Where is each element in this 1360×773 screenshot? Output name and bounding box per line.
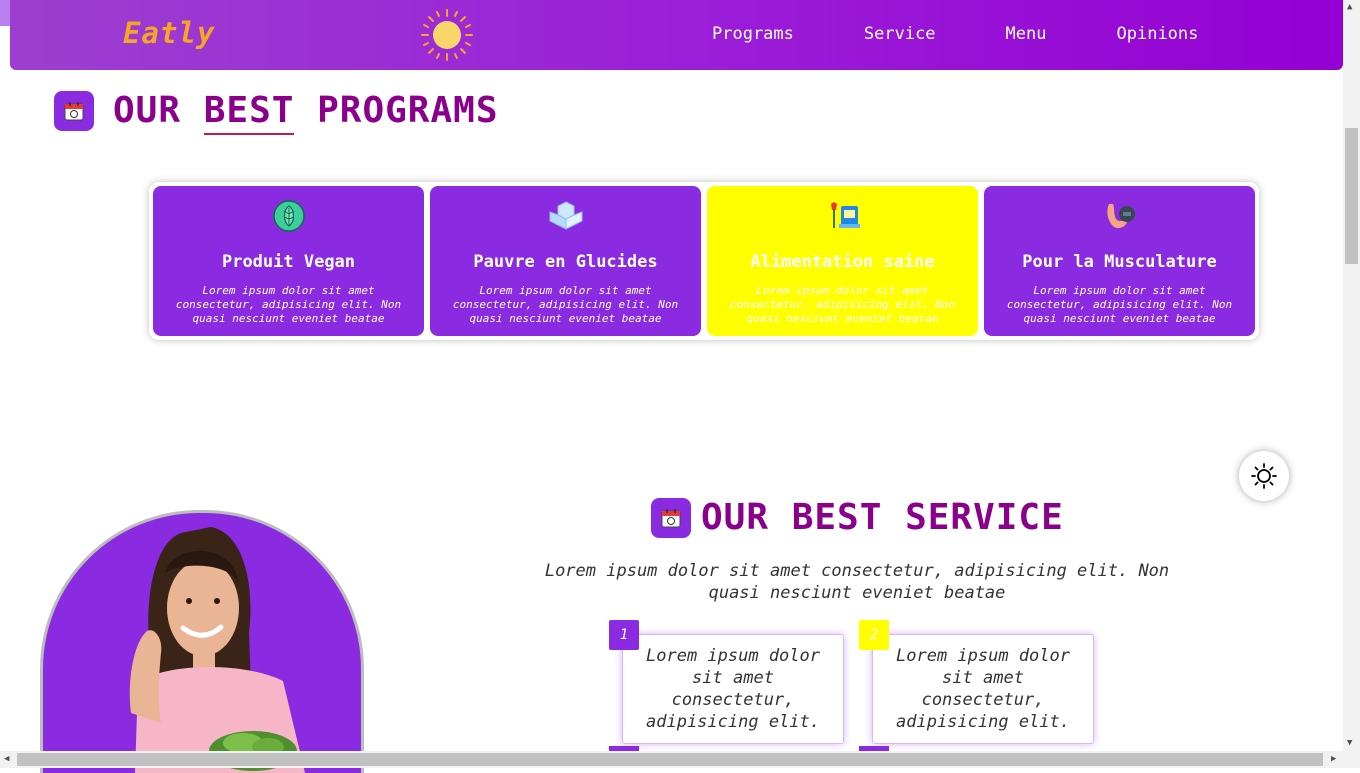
theme-toggle-button[interactable] <box>1239 451 1289 501</box>
scroll-up-icon[interactable]: ▲ <box>1347 2 1352 12</box>
program-card-healthy[interactable]: Alimentation saine Lorem ipsum dolor sit… <box>707 186 978 336</box>
vertical-scroll-thumb[interactable] <box>1345 128 1358 264</box>
card-description: Lorem ipsum dolor sit amet consectetur, … <box>1006 284 1233 325</box>
service-title: OUR BEST SERVICE <box>701 497 1064 538</box>
programs-heading: OUR BEST PROGRAMS <box>54 90 499 135</box>
woman-with-salad-image <box>129 527 305 773</box>
card-description: Lorem ipsum dolor sit amet consectetur, … <box>175 284 402 325</box>
nav-menu: Programs Service Menu Opinions <box>712 24 1268 44</box>
horizontal-scrollbar[interactable]: ◀ ▶ <box>0 751 1360 768</box>
programs-cards: Produit Vegan Lorem ipsum dolor sit amet… <box>149 182 1259 340</box>
calendar-icon <box>651 497 691 538</box>
step-text: Lorem ipsum dolor sit amet consectetur, … <box>896 646 1070 732</box>
scroll-right-icon[interactable]: ▶ <box>1331 754 1336 764</box>
programs-title: OUR BEST PROGRAMS <box>113 90 499 135</box>
navbar: Eatly Programs Service Menu Opinions <box>10 0 1343 70</box>
sun-icon <box>419 7 475 63</box>
card-description: Lorem ipsum dolor sit amet consectetur, … <box>452 284 679 325</box>
card-title: Pour la Musculature <box>1022 252 1217 272</box>
sun-outline-icon <box>1251 463 1277 489</box>
window-edge <box>0 0 10 26</box>
card-title: Alimentation saine <box>750 252 935 272</box>
program-card-vegan[interactable]: Produit Vegan Lorem ipsum dolor sit amet… <box>153 186 424 336</box>
muscle-icon <box>984 200 1255 232</box>
step-number-badge: 1 <box>609 620 639 650</box>
cabbage-icon <box>153 200 424 232</box>
horizontal-scroll-thumb[interactable] <box>17 753 1323 766</box>
scroll-down-icon[interactable]: ▼ <box>1347 738 1352 748</box>
logo[interactable]: Eatly <box>123 16 215 50</box>
service-description: Lorem ipsum dolor sit amet consectetur, … <box>544 561 1170 603</box>
title-word-best: BEST <box>203 90 295 135</box>
sugar-cubes-icon <box>430 200 701 232</box>
step-number-badge: 2 <box>859 620 889 650</box>
card-title: Pauvre en Glucides <box>473 252 658 272</box>
nav-link-programs[interactable]: Programs <box>712 24 794 44</box>
vertical-scrollbar[interactable]: ▲ ▼ <box>1343 0 1360 751</box>
title-word-programs: PROGRAMS <box>317 90 499 131</box>
nav-link-service[interactable]: Service <box>864 24 936 44</box>
service-heading: OUR BEST SERVICE <box>651 497 1064 538</box>
program-card-low-carb[interactable]: Pauvre en Glucides Lorem ipsum dolor sit… <box>430 186 701 336</box>
step-text: Lorem ipsum dolor sit amet consectetur, … <box>646 646 820 732</box>
nav-link-menu[interactable]: Menu <box>1006 24 1047 44</box>
card-title: Produit Vegan <box>221 252 356 272</box>
program-card-muscle[interactable]: Pour la Musculature Lorem ipsum dolor si… <box>984 186 1255 336</box>
title-word-our: OUR <box>113 90 182 131</box>
service-step-card: Lorem ipsum dolor sit amet consectetur, … <box>872 634 1094 744</box>
scroll-left-icon[interactable]: ◀ <box>4 754 9 764</box>
healthy-food-icon <box>707 200 978 232</box>
card-description: Lorem ipsum dolor sit amet consectetur, … <box>729 284 956 325</box>
calendar-icon <box>54 90 94 131</box>
nav-link-opinions[interactable]: Opinions <box>1117 24 1199 44</box>
service-image <box>40 510 364 773</box>
service-step-card: Lorem ipsum dolor sit amet consectetur, … <box>622 634 844 744</box>
